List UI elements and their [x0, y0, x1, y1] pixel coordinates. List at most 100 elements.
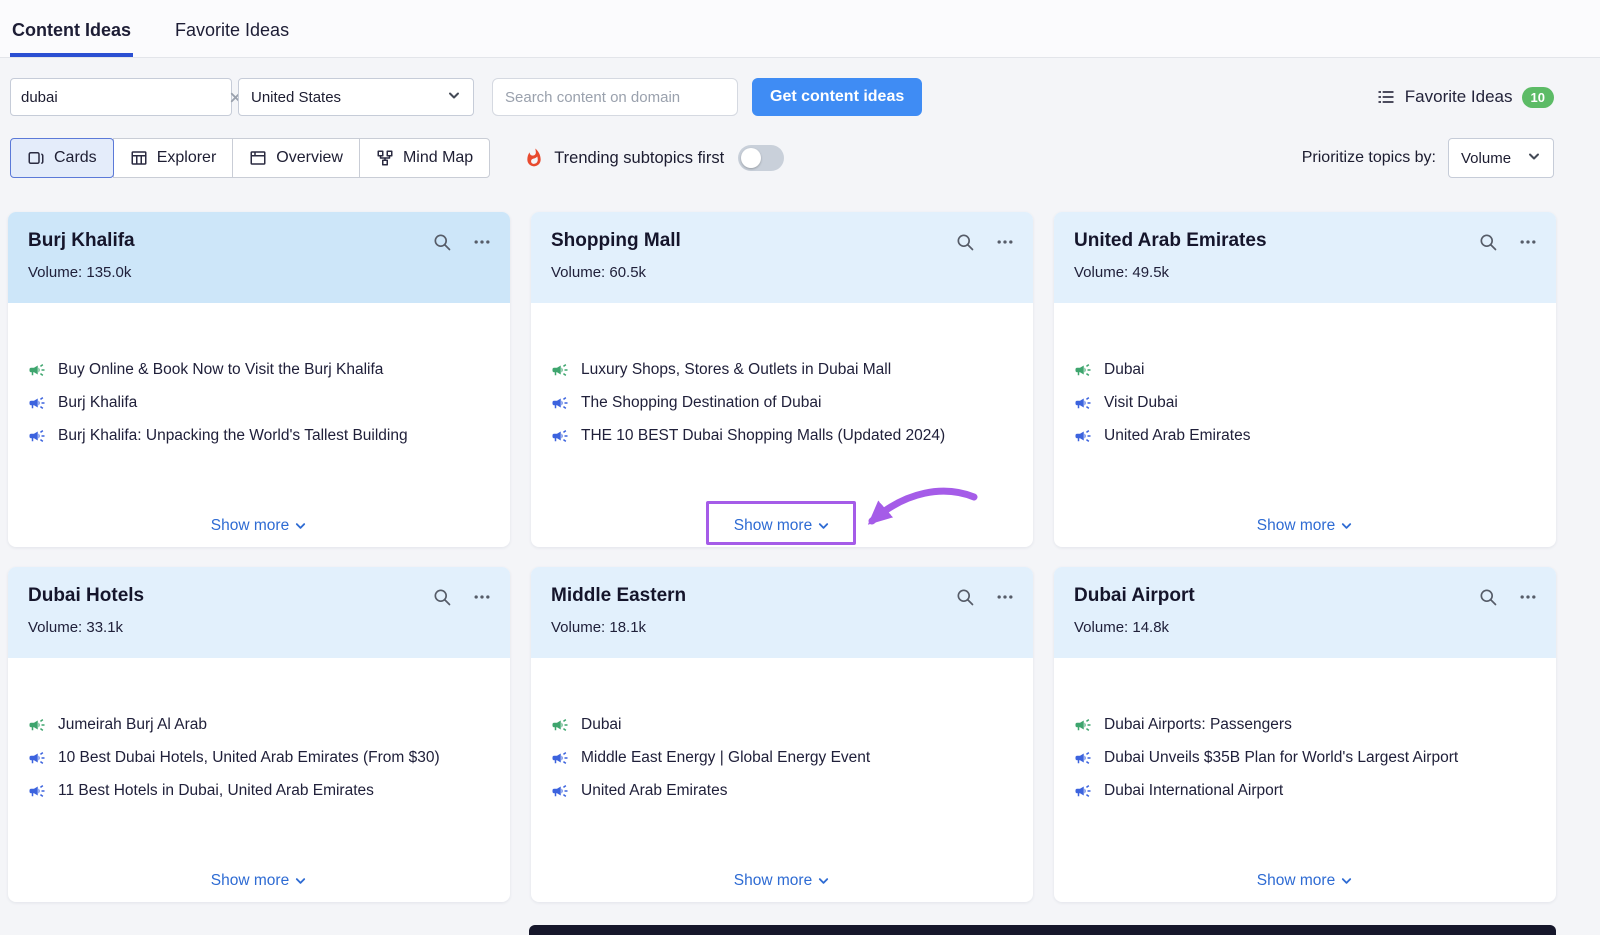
card-title: United Arab Emirates — [1074, 230, 1536, 252]
list-item[interactable]: Dubai — [1074, 361, 1536, 379]
show-more-label: Show more — [211, 517, 289, 535]
topic-item-text: Dubai Airports: Passengers — [1104, 716, 1292, 734]
more-options-icon[interactable] — [995, 587, 1015, 607]
search-icon[interactable] — [432, 232, 452, 252]
chevron-down-icon — [817, 520, 830, 532]
bottom-page-edge — [529, 925, 1556, 935]
topic-card-middle-eastern: Middle Eastern Volume: 18.1k Dubai Middl… — [531, 567, 1033, 902]
show-more-button-highlighted[interactable]: Show more — [531, 517, 1033, 535]
show-more-button[interactable]: Show more — [8, 517, 510, 535]
view-explorer-button[interactable]: Explorer — [113, 138, 234, 178]
list-icon — [1376, 87, 1396, 107]
more-options-icon[interactable] — [472, 232, 492, 252]
list-item[interactable]: Dubai Airports: Passengers — [1074, 716, 1536, 734]
topic-card-dubai-hotels: Dubai Hotels Volume: 33.1k Jumeirah Burj… — [8, 567, 510, 902]
tab-favorite-ideas[interactable]: Favorite Ideas — [173, 4, 291, 57]
card-actions — [955, 232, 1015, 252]
list-item[interactable]: Jumeirah Burj Al Arab — [28, 716, 490, 734]
domain-search-input[interactable] — [505, 89, 725, 106]
view-switcher: Cards Explorer Overview Mind Map — [10, 138, 490, 178]
megaphone-blue-icon — [28, 782, 46, 800]
show-more-button[interactable]: Show more — [1054, 517, 1556, 535]
show-more-button[interactable]: Show more — [8, 872, 510, 890]
card-body: Dubai Middle East Energy | Global Energy… — [531, 658, 1033, 902]
search-icon[interactable] — [432, 587, 452, 607]
search-toolbar: United States Get content ideas Favorite… — [0, 78, 1600, 116]
favorite-ideas-link[interactable]: Favorite Ideas 10 — [1376, 87, 1554, 108]
topic-card-burj-khalifa: Burj Khalifa Volume: 135.0k Buy Online &… — [8, 212, 510, 547]
list-item[interactable]: THE 10 BEST Dubai Shopping Malls (Update… — [551, 427, 1013, 445]
card-volume: Volume: 14.8k — [1074, 619, 1536, 636]
keyword-input[interactable] — [21, 89, 220, 106]
view-overview-button[interactable]: Overview — [232, 138, 360, 178]
prioritize-control: Prioritize topics by: Volume — [1302, 138, 1554, 178]
megaphone-blue-icon — [1074, 427, 1092, 445]
prioritize-select[interactable]: Volume — [1448, 138, 1554, 178]
favorite-ideas-label: Favorite Ideas — [1405, 87, 1513, 107]
list-item[interactable]: Buy Online & Book Now to Visit the Burj … — [28, 361, 490, 379]
megaphone-blue-icon — [1074, 749, 1092, 767]
search-icon[interactable] — [1478, 587, 1498, 607]
topic-item-text: Visit Dubai — [1104, 394, 1178, 412]
country-select[interactable]: United States — [238, 78, 474, 116]
list-item[interactable]: United Arab Emirates — [1074, 427, 1536, 445]
more-options-icon[interactable] — [1518, 232, 1538, 252]
list-item[interactable]: Burj Khalifa: Unpacking the World's Tall… — [28, 427, 490, 445]
list-item[interactable]: Dubai Unveils $35B Plan for World's Larg… — [1074, 749, 1536, 767]
card-body: Luxury Shops, Stores & Outlets in Dubai … — [531, 303, 1033, 547]
table-icon — [130, 149, 148, 167]
get-content-ideas-button[interactable]: Get content ideas — [752, 78, 922, 116]
topic-item-text: 11 Best Hotels in Dubai, United Arab Emi… — [58, 782, 374, 800]
chevron-down-icon — [817, 875, 830, 887]
trending-subtopics-control: Trending subtopics first — [524, 145, 784, 171]
list-item[interactable]: 11 Best Hotels in Dubai, United Arab Emi… — [28, 782, 490, 800]
view-cards-button[interactable]: Cards — [10, 138, 114, 178]
more-options-icon[interactable] — [1518, 587, 1538, 607]
topic-item-text: Dubai — [581, 716, 622, 734]
megaphone-blue-icon — [28, 427, 46, 445]
topic-card-shopping-mall: Shopping Mall Volume: 60.5k Luxury Shops… — [531, 212, 1033, 547]
show-more-button[interactable]: Show more — [531, 872, 1033, 890]
search-icon[interactable] — [955, 232, 975, 252]
list-item[interactable]: United Arab Emirates — [551, 782, 1013, 800]
card-header: Middle Eastern Volume: 18.1k — [531, 567, 1033, 658]
topic-item-text: United Arab Emirates — [581, 782, 727, 800]
view-mindmap-button[interactable]: Mind Map — [359, 138, 490, 178]
list-item[interactable]: Luxury Shops, Stores & Outlets in Dubai … — [551, 361, 1013, 379]
search-icon[interactable] — [955, 587, 975, 607]
topic-item-text: THE 10 BEST Dubai Shopping Malls (Update… — [581, 427, 945, 445]
show-more-label: Show more — [1257, 517, 1335, 535]
megaphone-blue-icon — [1074, 782, 1092, 800]
card-title: Dubai Airport — [1074, 585, 1536, 607]
chevron-down-icon — [447, 89, 461, 106]
window-icon — [249, 149, 267, 167]
list-item[interactable]: Dubai — [551, 716, 1013, 734]
prioritize-select-value: Volume — [1461, 150, 1511, 167]
list-item[interactable]: Dubai International Airport — [1074, 782, 1536, 800]
search-icon[interactable] — [1478, 232, 1498, 252]
chevron-down-icon — [294, 520, 307, 532]
more-options-icon[interactable] — [472, 587, 492, 607]
card-actions — [1478, 587, 1538, 607]
show-more-label: Show more — [734, 872, 812, 890]
topic-item-text: Dubai — [1104, 361, 1145, 379]
view-mindmap-label: Mind Map — [403, 149, 473, 167]
card-body: Jumeirah Burj Al Arab 10 Best Dubai Hote… — [8, 658, 510, 902]
top-tabs-bar: Content Ideas Favorite Ideas — [0, 0, 1600, 58]
card-volume: Volume: 60.5k — [551, 264, 1013, 281]
show-more-button[interactable]: Show more — [1054, 872, 1556, 890]
more-options-icon[interactable] — [995, 232, 1015, 252]
card-header: Dubai Hotels Volume: 33.1k — [8, 567, 510, 658]
list-item[interactable]: Middle East Energy | Global Energy Event — [551, 749, 1013, 767]
card-volume: Volume: 18.1k — [551, 619, 1013, 636]
list-item[interactable]: Visit Dubai — [1074, 394, 1536, 412]
card-volume: Volume: 33.1k — [28, 619, 490, 636]
favorites-count-badge: 10 — [1522, 87, 1554, 108]
list-item[interactable]: The Shopping Destination of Dubai — [551, 394, 1013, 412]
trending-toggle[interactable] — [738, 145, 784, 171]
tab-content-ideas[interactable]: Content Ideas — [10, 4, 133, 57]
chevron-down-icon — [1340, 875, 1353, 887]
list-item[interactable]: Burj Khalifa — [28, 394, 490, 412]
list-item[interactable]: 10 Best Dubai Hotels, United Arab Emirat… — [28, 749, 490, 767]
card-actions — [1478, 232, 1538, 252]
